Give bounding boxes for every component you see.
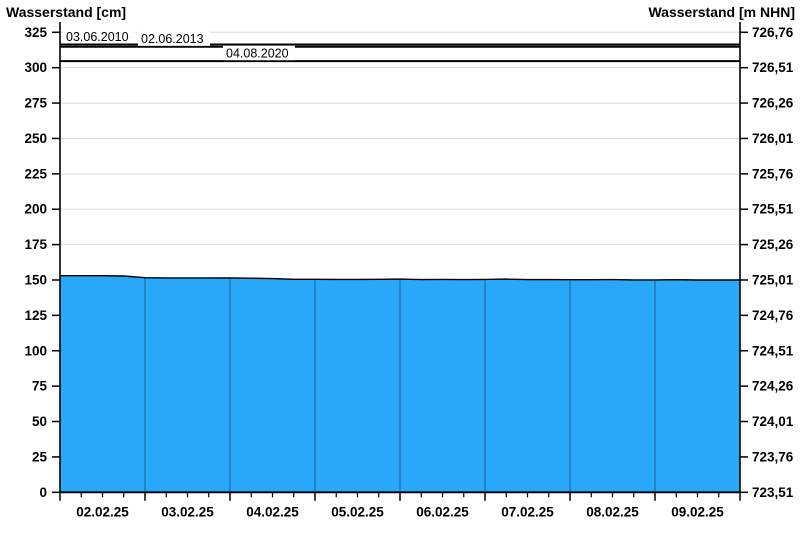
left-axis-label: 275 xyxy=(24,96,47,111)
chart-canvas: 03.06.2010 02.06.2013 04.08.2020 0 723,51 25 7… xyxy=(24,22,794,519)
right-axis-label: 726,51 xyxy=(752,60,794,75)
left-axis-label: 125 xyxy=(24,308,47,323)
left-axis-label: 100 xyxy=(24,343,47,358)
reference-line-label: 04.08.2020 xyxy=(226,47,289,61)
left-axis-label: 75 xyxy=(32,379,48,394)
x-axis-label: 09.02.25 xyxy=(671,504,724,519)
right-axis-label: 725,26 xyxy=(752,237,794,252)
left-axis-label: 150 xyxy=(24,272,47,287)
reference-line-label: 02.06.2013 xyxy=(141,32,204,46)
x-axis-label: 03.02.25 xyxy=(161,504,214,519)
right-axis-label: 726,76 xyxy=(752,25,794,40)
left-axis-label: 300 xyxy=(24,60,47,75)
left-axis-label: 50 xyxy=(32,414,47,429)
left-axis-label: 325 xyxy=(24,25,47,40)
right-axis-label: 724,01 xyxy=(752,414,794,429)
x-axis-label: 08.02.25 xyxy=(586,504,639,519)
right-axis-label: 726,01 xyxy=(752,131,794,146)
right-axis-label: 724,26 xyxy=(752,379,794,394)
left-axis-label: 250 xyxy=(24,131,47,146)
reference-line-label: 03.06.2010 xyxy=(66,30,129,44)
right-axis-label: 725,01 xyxy=(752,272,794,287)
left-axis-label: 225 xyxy=(24,166,47,181)
x-axis-label: 04.02.25 xyxy=(246,504,299,519)
x-axis-label: 06.02.25 xyxy=(416,504,469,519)
x-axis-label: 02.02.25 xyxy=(76,504,129,519)
right-axis-label: 723,51 xyxy=(752,485,794,500)
right-axis-label: 725,51 xyxy=(752,202,794,217)
x-axis-label: 07.02.25 xyxy=(501,504,554,519)
left-axis-label: 25 xyxy=(32,449,48,464)
water-level-chart: Wasserstand [cm] Wasserstand [m NHN] 03.… xyxy=(0,0,800,550)
left-axis-label: 175 xyxy=(24,237,47,252)
right-axis-label: 724,51 xyxy=(752,343,794,358)
right-axis-label: 724,76 xyxy=(752,308,794,323)
right-axis-label: 725,76 xyxy=(752,166,794,181)
left-axis-label: 200 xyxy=(24,202,47,217)
x-axis-label: 05.02.25 xyxy=(331,504,384,519)
right-axis-label: 726,26 xyxy=(752,96,794,111)
right-axis-label: 723,76 xyxy=(752,449,794,464)
left-axis-label: 0 xyxy=(39,485,47,500)
